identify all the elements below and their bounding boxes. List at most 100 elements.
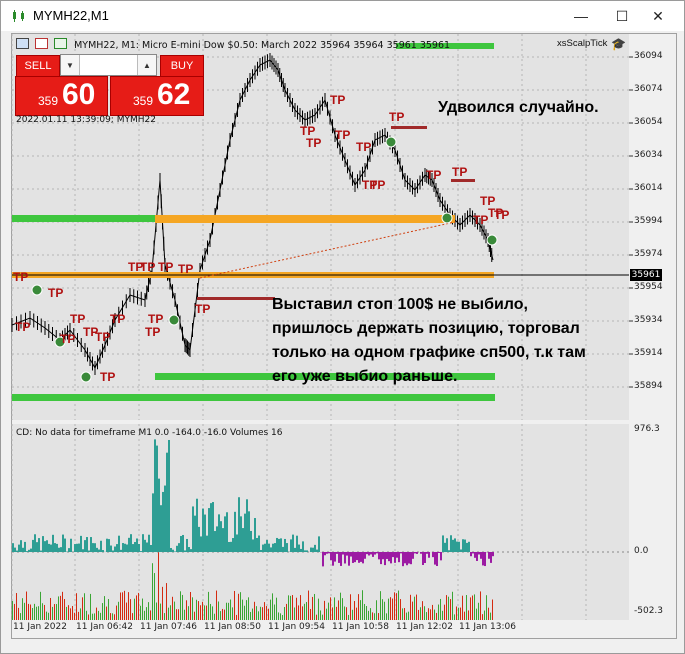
volume-bar: [424, 606, 425, 620]
cd-bar: [80, 535, 82, 552]
volume-bar: [390, 597, 391, 620]
volume-bar: [206, 605, 207, 620]
volume-bar: [176, 609, 177, 620]
time-tick-label: 11 Jan 09:54: [268, 622, 325, 632]
volume-bar: [292, 595, 293, 620]
cd-bar: [232, 538, 234, 552]
volume-bar: [236, 614, 237, 620]
cd-bar: [118, 535, 120, 552]
cd-bar: [474, 552, 476, 558]
buy-price-box[interactable]: 359 62: [110, 76, 204, 116]
volume-bar: [398, 590, 399, 620]
volume-bar: [480, 591, 481, 620]
volume-bar: [252, 608, 253, 620]
volume-bar: [170, 605, 171, 620]
volume-bar: [444, 604, 445, 620]
cd-bar: [210, 503, 212, 552]
volume-bar: [160, 603, 161, 620]
cd-bar: [172, 549, 174, 552]
cd-bar: [44, 541, 46, 552]
volume-bar: [60, 595, 61, 620]
lot-decrease-icon[interactable]: ▼: [61, 55, 80, 75]
volume-bar: [56, 604, 57, 620]
chart-toolbar-icon[interactable]: [16, 38, 29, 49]
cd-bar: [220, 521, 222, 552]
cd-bar: [166, 452, 168, 552]
cd-bar: [484, 552, 486, 567]
volume-bar: [314, 593, 315, 620]
cd-bar: [240, 516, 242, 552]
tp-label: TP: [110, 312, 126, 326]
volume-bar: [86, 610, 87, 620]
table-icon[interactable]: [35, 38, 49, 49]
volume-bar: [408, 611, 409, 620]
volume-bar: [284, 607, 285, 620]
cd-bar: [370, 552, 372, 555]
cd-bar: [284, 538, 286, 552]
volume-bar: [318, 598, 319, 620]
volume-bar: [102, 603, 103, 620]
volume-bar: [138, 592, 139, 620]
cd-bar: [58, 547, 60, 552]
cd-bar: [314, 544, 316, 552]
volume-bar: [462, 595, 463, 620]
volume-bar: [476, 608, 477, 620]
cd-bar: [454, 538, 456, 552]
volume-bar: [58, 596, 59, 620]
cd-bar: [464, 539, 466, 552]
cd-bar: [280, 538, 282, 552]
volume-bar: [230, 599, 231, 620]
volume-bar: [430, 609, 431, 620]
cd-bar: [20, 540, 22, 552]
volume-bar: [90, 593, 91, 620]
cd-bar: [130, 534, 132, 552]
tp-label: TP: [473, 213, 489, 227]
cd-bar: [124, 543, 126, 552]
volume-bar: [312, 596, 313, 620]
volume-bar: [142, 598, 143, 620]
time-tick-label: 11 Jan 06:42: [76, 622, 133, 632]
cd-bar: [306, 550, 308, 552]
cd-bar: [398, 552, 400, 563]
price-tick-label: 35894: [634, 381, 663, 391]
cd-bar: [438, 552, 440, 553]
volume-bar: [258, 611, 259, 620]
volume-bar: [262, 607, 263, 620]
cd-bar: [122, 543, 124, 552]
cd-bar: [24, 541, 26, 552]
time-tick-label: 11 Jan 13:06: [459, 622, 516, 632]
volume-bar: [374, 613, 375, 620]
time-tick-label: 11 Jan 07:46: [140, 622, 197, 632]
buy-button[interactable]: BUY: [160, 55, 204, 77]
volume-bar: [208, 591, 209, 620]
bars-icon[interactable]: [54, 38, 68, 49]
cd-bar: [16, 550, 18, 552]
volume-bar: [210, 603, 211, 620]
volume-bar: [248, 597, 249, 620]
sell-price-box[interactable]: 359 60: [15, 76, 108, 116]
volume-bar: [204, 605, 205, 620]
cd-bar: [254, 518, 256, 552]
cd-bar: [272, 543, 274, 552]
cd-bar: [440, 552, 442, 561]
buy-price-prefix: 359: [133, 94, 154, 108]
volume-bar: [360, 600, 361, 620]
cd-bar: [234, 511, 236, 552]
volume-bar: [246, 600, 247, 620]
lot-increase-icon[interactable]: ▲: [137, 55, 156, 75]
cd-bar: [312, 547, 314, 552]
volume-bar: [436, 612, 437, 620]
volume-bar: [96, 607, 97, 620]
cd-bar: [194, 515, 196, 552]
volume-bar: [128, 592, 129, 620]
sell-button[interactable]: SELL: [16, 55, 60, 77]
cd-bar: [180, 536, 182, 552]
volume-bar: [288, 595, 289, 620]
volume-bar: [368, 610, 369, 620]
cd-bar: [138, 544, 140, 552]
price-tick-label: 35994: [634, 216, 663, 226]
lot-stepper[interactable]: ▼ 1 ▲: [60, 54, 157, 76]
cd-bar: [102, 550, 104, 552]
symbol-info: MYMH22, M1: Micro E-mini Dow $0.50: Marc…: [16, 38, 450, 51]
volume-bar: [470, 597, 471, 620]
